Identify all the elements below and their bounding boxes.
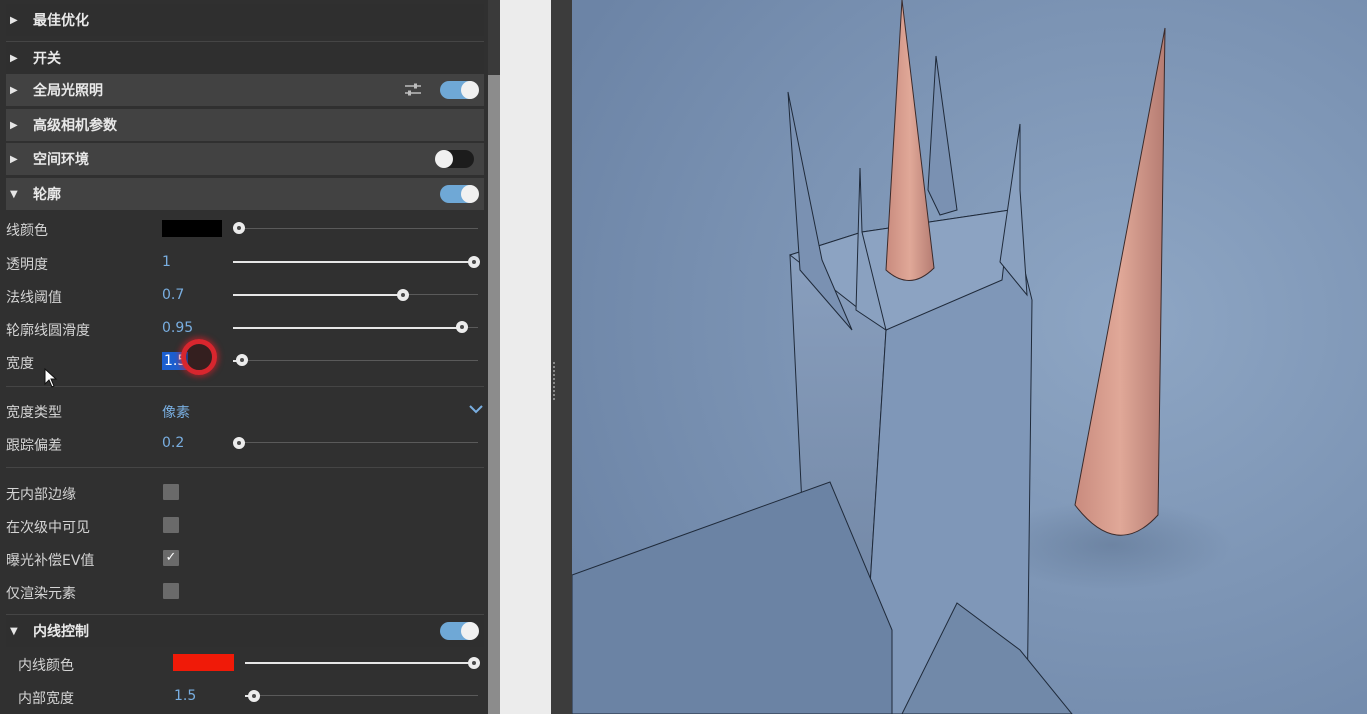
normal-threshold-slider-track[interactable]	[403, 294, 478, 295]
exposure-ev-label: 曝光补偿EV值	[6, 553, 95, 569]
chevron-right-icon: ▶	[10, 153, 18, 165]
section-title: 开关	[33, 51, 61, 67]
settings-panel: ▶ 最佳优化 ▶ 开关 ▶ 全局光照明 ▶ 高级相机参数 ▶ 空间环境 ▼ 轮廓…	[0, 0, 500, 714]
chevron-down-icon: ▼	[10, 188, 18, 200]
scrollbar-track[interactable]	[488, 0, 500, 75]
splitter-grip-icon[interactable]	[553, 362, 557, 400]
sliders-icon[interactable]	[404, 82, 422, 98]
outline-smoothness-slider-fill	[233, 327, 462, 329]
normal-threshold-slider-thumb[interactable]	[397, 289, 409, 301]
section-title: 高级相机参数	[33, 118, 117, 134]
panel-gap	[500, 0, 551, 714]
toggle-knob	[435, 150, 453, 168]
render-elements-only-checkbox[interactable]	[163, 583, 179, 599]
outline-smoothness-value[interactable]: 0.95	[162, 320, 193, 336]
tracking-offset-value[interactable]: 0.2	[162, 435, 184, 451]
section-title: 内线控制	[33, 624, 89, 640]
outline-smoothness-label: 轮廓线圆滑度	[6, 323, 90, 339]
inner-line-toggle[interactable]	[440, 622, 479, 640]
visible-in-children-checkbox[interactable]	[163, 517, 179, 533]
chevron-right-icon: ▶	[10, 84, 18, 96]
normal-threshold-slider-fill	[233, 294, 403, 296]
section-title: 轮廓	[33, 187, 61, 203]
tracking-offset-slider-thumb[interactable]	[233, 437, 245, 449]
line-color-swatch[interactable]	[162, 220, 222, 237]
chevron-down-icon: ▼	[10, 625, 18, 637]
inner-width-slider-thumb[interactable]	[248, 690, 260, 702]
exposure-ev-checkbox[interactable]: ✓	[163, 550, 179, 566]
width-slider-thumb[interactable]	[236, 354, 248, 366]
no-inner-edges-label: 无内部边缘	[6, 487, 76, 503]
width-slider-track[interactable]	[241, 360, 478, 361]
scene-render	[572, 0, 1367, 714]
spatial-environment-toggle[interactable]	[435, 150, 474, 168]
outline-smoothness-slider-thumb[interactable]	[456, 321, 468, 333]
no-inner-edges-checkbox[interactable]	[163, 484, 179, 500]
inner-width-value[interactable]: 1.5	[174, 688, 196, 704]
normal-threshold-value[interactable]: 0.7	[162, 287, 184, 303]
section-best-optimization[interactable]: ▶ 最佳优化	[6, 4, 484, 36]
panel-splitter[interactable]	[551, 0, 572, 714]
width-type-select[interactable]: 像素	[162, 402, 190, 422]
inner-width-label: 内部宽度	[18, 691, 74, 707]
inner-line-color-slider-thumb[interactable]	[468, 657, 480, 669]
opacity-slider-thumb[interactable]	[468, 256, 480, 268]
chevron-right-icon: ▶	[10, 14, 18, 26]
chevron-right-icon: ▶	[10, 119, 18, 131]
section-title: 空间环境	[33, 152, 89, 168]
global-illumination-toggle[interactable]	[440, 81, 479, 99]
width-label: 宽度	[6, 356, 34, 372]
normal-threshold-label: 法线阈值	[6, 290, 62, 306]
inner-width-slider-track[interactable]	[253, 695, 478, 696]
toggle-knob	[461, 81, 479, 99]
divider	[6, 386, 484, 387]
inner-line-color-swatch[interactable]	[173, 654, 234, 671]
tracking-offset-label: 跟踪偏差	[6, 438, 62, 454]
section-title: 全局光照明	[33, 83, 103, 99]
tracking-offset-slider-track[interactable]	[233, 442, 478, 443]
mouse-cursor-icon	[44, 368, 58, 388]
inner-line-color-slider-fill	[245, 662, 473, 664]
click-indicator	[181, 339, 217, 375]
section-spatial-environment[interactable]: ▶ 空间环境	[6, 143, 484, 175]
outline-toggle[interactable]	[440, 185, 479, 203]
section-inner-line-control[interactable]: ▼ 内线控制	[6, 615, 484, 647]
inner-line-color-label: 内线颜色	[18, 658, 74, 674]
scrollbar-thumb[interactable]	[488, 75, 500, 714]
checkmark-icon: ✓	[165, 550, 177, 565]
render-viewport[interactable]	[572, 0, 1367, 714]
chevron-down-icon[interactable]	[469, 404, 483, 414]
opacity-label: 透明度	[6, 257, 48, 273]
toggle-knob	[461, 622, 479, 640]
section-title: 最佳优化	[33, 13, 89, 29]
section-switch[interactable]: ▶ 开关	[6, 42, 484, 74]
visible-in-children-label: 在次级中可见	[6, 520, 90, 536]
opacity-slider-fill	[233, 261, 473, 263]
line-color-slider-track[interactable]	[233, 228, 478, 229]
section-outline[interactable]: ▼ 轮廓	[6, 178, 484, 210]
width-type-label: 宽度类型	[6, 405, 62, 421]
section-advanced-camera[interactable]: ▶ 高级相机参数	[6, 109, 484, 141]
line-color-label: 线颜色	[6, 223, 48, 239]
line-color-slider-thumb[interactable]	[233, 222, 245, 234]
chevron-right-icon: ▶	[10, 52, 18, 64]
divider	[6, 467, 484, 468]
opacity-value[interactable]: 1	[162, 254, 171, 270]
render-elements-only-label: 仅渲染元素	[6, 586, 76, 602]
toggle-knob	[461, 185, 479, 203]
